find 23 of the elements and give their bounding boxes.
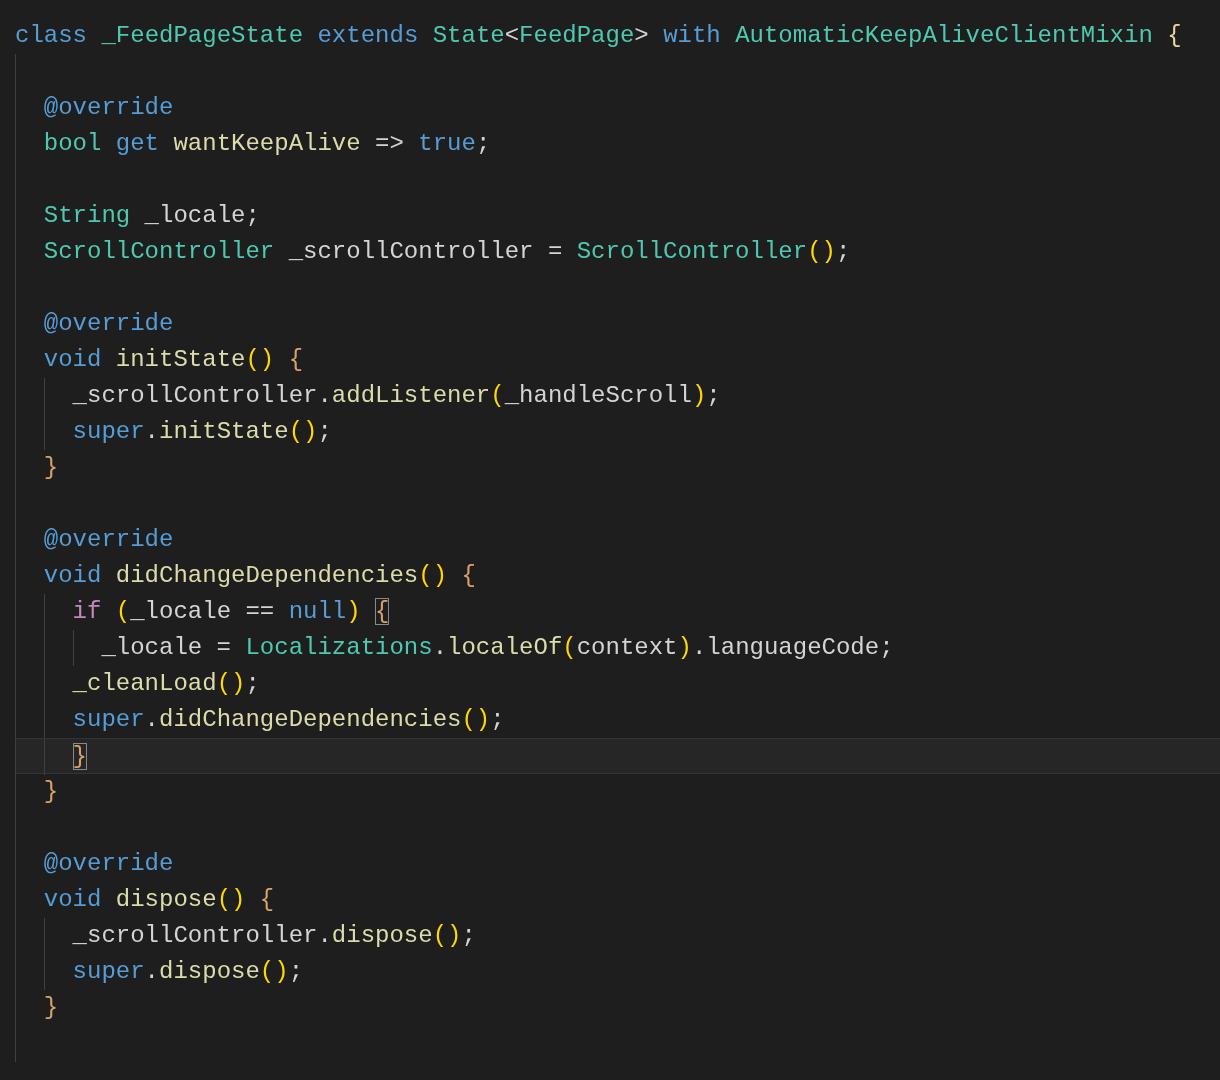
code-line: @override <box>43 93 174 123</box>
code-line: } <box>43 777 59 807</box>
code-line: @override <box>43 525 174 555</box>
code-line: void didChangeDependencies() { <box>43 561 476 591</box>
code-line: _locale = Localizations.localeOf(context).languageCode; <box>101 633 894 663</box>
code-line: _scrollController.dispose(); <box>72 921 476 951</box>
code-line: bool get wantKeepAlive => true; <box>43 129 491 159</box>
code-line: void initState() { <box>43 345 304 375</box>
code-line: } <box>43 993 59 1023</box>
code-line: } <box>72 742 87 772</box>
code-line: @override <box>43 849 174 879</box>
code-line: void dispose() { <box>43 885 275 915</box>
code-line: if (_locale == null) { <box>72 597 390 627</box>
code-line: class _FeedPageState extends State<FeedPage> with AutomaticKeepAliveClientMixin { <box>15 21 1182 51</box>
code-line: } <box>43 453 59 483</box>
code-line: String _locale; <box>43 201 260 231</box>
code-line: super.initState(); <box>72 417 332 447</box>
code-line: ScrollController _scrollController = ScrollController(); <box>43 237 851 267</box>
code-line: _scrollController.addListener(_handleScroll); <box>72 381 721 411</box>
code-line: super.didChangeDependencies(); <box>72 705 505 735</box>
code-line: super.dispose(); <box>72 957 304 987</box>
code-line: _cleanLoad(); <box>72 669 260 699</box>
code-line: @override <box>43 309 174 339</box>
